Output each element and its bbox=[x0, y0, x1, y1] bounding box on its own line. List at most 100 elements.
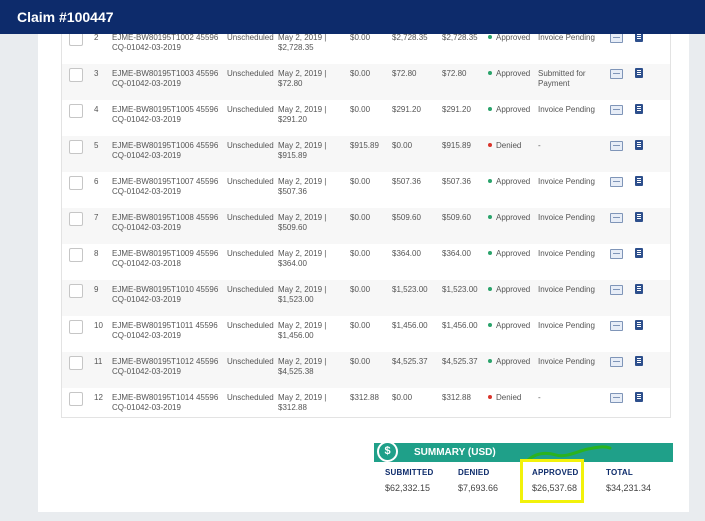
status-dot-icon bbox=[488, 71, 492, 75]
invoice-card-icon[interactable] bbox=[610, 285, 623, 295]
line-item-id: EJME-BW80195T1006 45596 CQ-01042-03-2019 bbox=[112, 141, 219, 160]
schedule-type: Unscheduled bbox=[227, 321, 274, 330]
document-icon[interactable] bbox=[635, 320, 643, 330]
invoice-card-icon[interactable] bbox=[610, 249, 623, 259]
document-icon[interactable] bbox=[635, 34, 643, 42]
row-checkbox[interactable] bbox=[69, 104, 83, 118]
line-item-id: EJME-BW80195T1014 45596 CQ-01042-03-2019 bbox=[112, 393, 219, 412]
date-amount: May 2, 2019 | $1,456.00 bbox=[278, 321, 327, 340]
table-row: 4 EJME-BW80195T1005 45596 CQ-01042-03-201… bbox=[62, 100, 670, 136]
row-checkbox[interactable] bbox=[69, 248, 83, 262]
invoice-card-icon[interactable] bbox=[610, 321, 623, 331]
line-item-id: EJME-BW80195T1012 45596 CQ-01042-03-2019 bbox=[112, 357, 219, 376]
invoice-status: - bbox=[538, 393, 541, 402]
date-amount: May 2, 2019 | $2,728.35 bbox=[278, 34, 327, 52]
approved-amount: $0.00 bbox=[392, 393, 413, 402]
approved-amount: $0.00 bbox=[392, 141, 413, 150]
status-badge: Approved bbox=[488, 285, 530, 295]
invoice-card-icon[interactable] bbox=[610, 357, 623, 367]
table-row: 10 EJME-BW80195T1011 45596 CQ-01042-03-20… bbox=[62, 316, 670, 352]
invoice-status: Invoice Pending bbox=[538, 285, 595, 294]
invoice-card-icon[interactable] bbox=[610, 177, 623, 187]
invoice-status: Invoice Pending bbox=[538, 34, 595, 42]
status-dot-icon bbox=[488, 251, 492, 255]
document-icon[interactable] bbox=[635, 356, 643, 366]
summary-denied-label: DENIED bbox=[458, 468, 490, 477]
invoice-status: Invoice Pending bbox=[538, 357, 595, 366]
summary-total-label: TOTAL bbox=[606, 468, 633, 477]
status-label: Approved bbox=[496, 177, 531, 186]
row-number: 4 bbox=[94, 105, 99, 114]
document-icon[interactable] bbox=[635, 104, 643, 114]
row-checkbox[interactable] bbox=[69, 140, 83, 154]
summary-title: SUMMARY (USD) bbox=[414, 447, 496, 458]
invoice-card-icon[interactable] bbox=[610, 105, 623, 115]
denied-amount: $312.88 bbox=[350, 393, 379, 402]
row-checkbox[interactable] bbox=[69, 68, 83, 82]
invoice-status: Submitted for Payment bbox=[538, 69, 586, 88]
status-badge: Denied bbox=[488, 141, 521, 151]
denied-amount: $0.00 bbox=[350, 177, 371, 186]
table-row: 8 EJME-BW80195T1009 45596 CQ-01042-03-201… bbox=[62, 244, 670, 280]
row-number: 9 bbox=[94, 285, 99, 294]
line-item-id: EJME-BW80195T1003 45596 CQ-01042-03-2019 bbox=[112, 69, 219, 88]
submitted-amount: $2,728.35 bbox=[442, 34, 478, 42]
date-amount: May 2, 2019 | $915.89 bbox=[278, 141, 327, 160]
submitted-amount: $291.20 bbox=[442, 105, 471, 114]
document-icon[interactable] bbox=[635, 392, 643, 402]
row-number: 3 bbox=[94, 69, 99, 78]
document-icon[interactable] bbox=[635, 140, 643, 150]
document-icon[interactable] bbox=[635, 212, 643, 222]
status-badge: Approved bbox=[488, 105, 530, 115]
table-row: 2 EJME-BW80195T1002 45596 CQ-01042-03-201… bbox=[62, 34, 670, 64]
status-label: Approved bbox=[496, 249, 531, 258]
schedule-type: Unscheduled bbox=[227, 34, 274, 42]
denied-amount: $0.00 bbox=[350, 285, 371, 294]
denied-amount: $915.89 bbox=[350, 141, 379, 150]
document-icon[interactable] bbox=[635, 284, 643, 294]
row-checkbox[interactable] bbox=[69, 284, 83, 298]
document-icon[interactable] bbox=[635, 176, 643, 186]
invoice-card-icon[interactable] bbox=[610, 213, 623, 223]
summary-submitted-value: $62,332.15 bbox=[385, 483, 431, 493]
schedule-type: Unscheduled bbox=[227, 69, 274, 78]
document-icon[interactable] bbox=[635, 248, 643, 258]
schedule-type: Unscheduled bbox=[227, 141, 274, 150]
schedule-type: Unscheduled bbox=[227, 393, 274, 402]
row-number: 5 bbox=[94, 141, 99, 150]
invoice-card-icon[interactable] bbox=[610, 69, 623, 79]
line-item-id: EJME-BW80195T1011 45596 CQ-01042-03-2019 bbox=[112, 321, 218, 340]
row-number: 8 bbox=[94, 249, 99, 258]
approved-amount: $291.20 bbox=[392, 105, 421, 114]
status-dot-icon bbox=[488, 359, 492, 363]
denied-amount: $0.00 bbox=[350, 321, 371, 330]
document-icon[interactable] bbox=[635, 68, 643, 78]
summary-submitted: SUBMITTED $62,332.15 bbox=[385, 468, 433, 493]
invoice-card-icon[interactable] bbox=[610, 393, 623, 403]
status-label: Approved bbox=[496, 321, 531, 330]
table-row: 3 EJME-BW80195T1003 45596 CQ-01042-03-201… bbox=[62, 64, 670, 100]
table-row: 11 EJME-BW80195T1012 45596 CQ-01042-03-20… bbox=[62, 352, 670, 388]
invoice-status: Invoice Pending bbox=[538, 213, 595, 222]
row-checkbox[interactable] bbox=[69, 356, 83, 370]
date-amount: May 2, 2019 | $507.36 bbox=[278, 177, 327, 196]
invoice-status: Invoice Pending bbox=[538, 321, 595, 330]
status-badge: Approved bbox=[488, 213, 530, 223]
row-checkbox[interactable] bbox=[69, 34, 83, 46]
row-checkbox[interactable] bbox=[69, 212, 83, 226]
row-checkbox[interactable] bbox=[69, 176, 83, 190]
approved-amount: $72.80 bbox=[392, 69, 417, 78]
approved-amount: $509.60 bbox=[392, 213, 421, 222]
status-label: Approved bbox=[496, 105, 531, 114]
invoice-card-icon[interactable] bbox=[610, 141, 623, 151]
status-dot-icon bbox=[488, 287, 492, 291]
row-checkbox[interactable] bbox=[69, 320, 83, 334]
invoice-card-icon[interactable] bbox=[610, 34, 623, 43]
row-checkbox[interactable] bbox=[69, 392, 83, 406]
status-label: Approved bbox=[496, 69, 531, 78]
table-row: 12 EJME-BW80195T1014 45596 CQ-01042-03-20… bbox=[62, 388, 670, 417]
date-amount: May 2, 2019 | $312.88 bbox=[278, 393, 327, 412]
denied-amount: $0.00 bbox=[350, 213, 371, 222]
date-amount: May 2, 2019 | $364.00 bbox=[278, 249, 327, 268]
status-badge: Approved bbox=[488, 177, 530, 187]
